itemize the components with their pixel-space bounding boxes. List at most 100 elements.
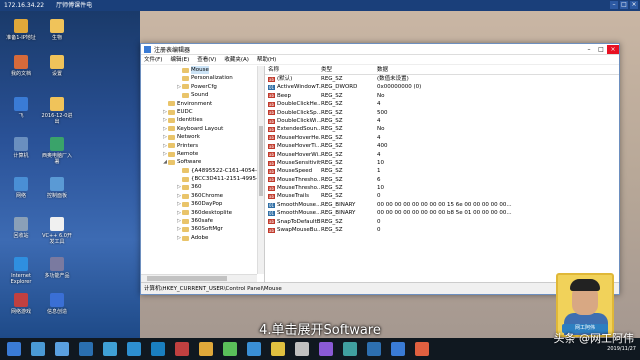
column-data[interactable]: 数据 — [377, 66, 619, 74]
tree-node[interactable]: ▷ EUDC — [141, 108, 264, 116]
tree-node[interactable]: ▷ Adobe — [141, 234, 264, 242]
remote-minimize-button[interactable]: – — [610, 1, 618, 9]
value-row[interactable]: ab SnapToDefaultB... REG_SZ 0 — [265, 218, 619, 226]
value-data: 1 — [377, 168, 381, 175]
column-name[interactable]: 名称 — [265, 66, 321, 74]
menu-item[interactable]: 收藏夹(A) — [224, 55, 249, 64]
remote-close-button[interactable]: × — [630, 1, 638, 9]
value-row[interactable]: ab SwapMouseBu... REG_SZ 0 — [265, 226, 619, 234]
taskbar-app-icon[interactable] — [127, 342, 141, 356]
tree-node[interactable]: Personalization — [141, 74, 264, 82]
taskbar-app-icon[interactable] — [271, 342, 285, 356]
desktop-icon[interactable]: 设置 — [40, 55, 74, 77]
taskbar-app-icon[interactable] — [103, 342, 117, 356]
desktop-icon[interactable]: 控制面板 — [40, 177, 74, 199]
value-row[interactable]: ab MouseThresho... REG_SZ 6 — [265, 176, 619, 184]
folder-icon — [168, 101, 175, 107]
taskbar-app-icon[interactable] — [151, 342, 165, 356]
desktop-icon[interactable]: 我的文档 — [4, 55, 38, 77]
desktop-icon[interactable]: 生物 — [40, 19, 74, 41]
taskbar-app-icon[interactable] — [391, 342, 405, 356]
tree-node[interactable]: ▷ 360safe — [141, 217, 264, 225]
tree-vertical-scrollbar[interactable] — [257, 66, 264, 274]
tree-node[interactable]: Mouse — [141, 66, 264, 75]
value-row[interactable]: ab MouseHoverTi... REG_SZ 400 — [265, 142, 619, 150]
remote-restore-button[interactable]: □ — [620, 1, 628, 9]
value-row[interactable]: ab DoubleClickHe... REG_SZ 4 — [265, 100, 619, 108]
value-row[interactable]: ab MouseHoverHe... REG_SZ 4 — [265, 134, 619, 142]
taskbar-app-icon[interactable] — [199, 342, 213, 356]
taskbar-app-icon[interactable] — [55, 342, 69, 356]
value-row[interactable]: ab (默认) REG_SZ (数值未设置) — [265, 75, 619, 83]
window-titlebar[interactable]: 注册表编辑器 – □ × — [141, 44, 619, 55]
taskbar-app-icon[interactable] — [223, 342, 237, 356]
tree-node[interactable]: ▷ 360DayPop — [141, 200, 264, 208]
tree-node[interactable]: ▷ 360desktoplite — [141, 209, 264, 217]
value-data: 400 — [377, 143, 388, 150]
desktop-icon[interactable]: 信息创造 — [40, 293, 74, 315]
desktop-icon[interactable]: 多功能产品 — [40, 257, 74, 279]
desktop-icon[interactable]: Internet Explorer — [4, 257, 38, 285]
value-row[interactable]: 01 ActiveWindowT... REG_DWORD 0x00000000 (0… — [265, 83, 619, 91]
desktop-icon[interactable]: 网络游戏 — [4, 293, 38, 315]
taskbar-app-icon[interactable] — [247, 342, 261, 356]
desktop-icon[interactable]: VC++ 6.0开发工具 — [40, 217, 74, 245]
value-row[interactable]: ab DoubleClickSp... REG_SZ 500 — [265, 109, 619, 117]
desktop-icon[interactable]: 准备1-IP地址 — [4, 19, 38, 41]
tree-node[interactable]: ▷ Network — [141, 133, 264, 141]
tree-node[interactable]: ▷ Printers — [141, 142, 264, 150]
menu-item[interactable]: 文件(F) — [144, 55, 162, 64]
desktop-icon[interactable]: 2016-12-0进出 — [40, 97, 74, 125]
menu-item[interactable]: 查看(V) — [197, 55, 216, 64]
value-row[interactable]: ab MouseTrails REG_SZ 0 — [265, 192, 619, 200]
desktop-icon[interactable]: 网络 — [4, 177, 38, 199]
value-name: MouseHoverTi... — [277, 143, 321, 150]
taskbar-app-icon[interactable] — [343, 342, 357, 356]
tree-node[interactable]: ▷ PowerCfg — [141, 83, 264, 91]
maximize-button[interactable]: □ — [595, 45, 607, 54]
taskbar-app-icon[interactable] — [7, 342, 21, 356]
tree-node[interactable]: {BCC3D411-2151-4995-8 — [141, 175, 264, 183]
tree-node[interactable]: ▷ 360SoftMgr — [141, 225, 264, 233]
value-type: REG_SZ — [321, 168, 343, 175]
tree-node[interactable]: ▷ Remote — [141, 150, 264, 158]
tree-node[interactable]: ▷ Keyboard Layout — [141, 125, 264, 133]
tree-node[interactable]: ▷ 360Chrome — [141, 192, 264, 200]
tree-node[interactable]: Sound — [141, 91, 264, 99]
column-type[interactable]: 类型 — [321, 66, 377, 74]
tree-node[interactable]: ▷ Identities — [141, 116, 264, 124]
value-name: MouseThresho... — [277, 185, 321, 192]
taskbar-app-icon[interactable] — [415, 342, 429, 356]
taskbar-app-icon[interactable] — [79, 342, 93, 356]
value-row[interactable]: ab MouseHoverWi... REG_SZ 4 — [265, 151, 619, 159]
desktop-icon[interactable]: 飞 — [4, 97, 38, 119]
tree-node[interactable]: ◢ Software — [141, 158, 264, 166]
minimize-button[interactable]: – — [583, 45, 595, 54]
value-row[interactable]: ab Beep REG_SZ No — [265, 92, 619, 100]
taskbar-app-icon[interactable] — [175, 342, 189, 356]
value-row[interactable]: 01 SmoothMouse... REG_BINARY 00 00 00 00 00… — [265, 209, 619, 217]
app-icon — [50, 97, 64, 111]
value-row[interactable]: ab DoubleClickWi... REG_SZ 4 — [265, 117, 619, 125]
desktop-icon[interactable]: 西奥电脑厂入署 — [40, 137, 74, 165]
taskbar-app-icon[interactable] — [31, 342, 45, 356]
tree-node[interactable]: Environment — [141, 100, 264, 108]
value-row[interactable]: ab MouseSpeed REG_SZ 1 — [265, 167, 619, 175]
values-list[interactable]: 名称 类型 数据 ab (默认) REG_SZ (数值未设置) 01 ActiveWind… — [265, 66, 619, 282]
taskbar-app-icon[interactable] — [295, 342, 309, 356]
registry-tree[interactable]: Mouse Personalization ▷ PowerCfg Sound Enviro… — [141, 66, 265, 282]
tree-horizontal-scrollbar[interactable] — [141, 274, 257, 282]
desktop-icon[interactable]: 回收站 — [4, 217, 38, 239]
menu-item[interactable]: 帮助(H) — [257, 55, 276, 64]
value-row[interactable]: ab MouseThresho... REG_SZ 10 — [265, 184, 619, 192]
menu-item[interactable]: 编辑(E) — [170, 55, 189, 64]
value-row[interactable]: 01 SmoothMouse... REG_BINARY 00 00 00 00 00… — [265, 201, 619, 209]
value-row[interactable]: ab MouseSensitivity REG_SZ 10 — [265, 159, 619, 167]
taskbar-app-icon[interactable] — [319, 342, 333, 356]
tree-node[interactable]: {A4895522-C161-4054-A — [141, 167, 264, 175]
value-row[interactable]: ab ExtendedSoun... REG_SZ No — [265, 125, 619, 133]
close-button[interactable]: × — [607, 44, 619, 54]
taskbar-app-icon[interactable] — [367, 342, 381, 356]
desktop-icon[interactable]: 计算机 — [4, 137, 38, 159]
tree-node[interactable]: ▷ 360 — [141, 183, 264, 191]
